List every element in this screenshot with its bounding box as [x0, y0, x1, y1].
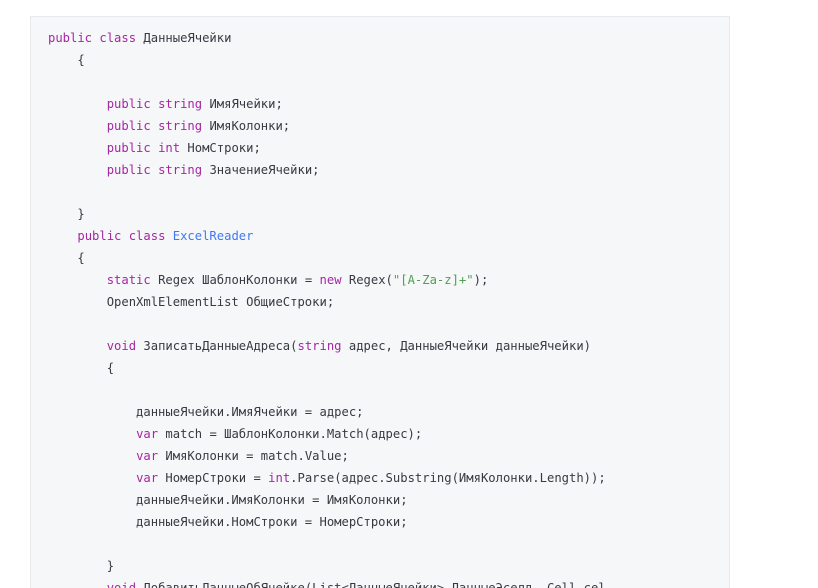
code-token: OpenXmlElementList ОбщиеСтроки;	[48, 295, 335, 309]
code-line: данныеЯчейки.ИмяЯчейки = адрес;	[48, 401, 606, 423]
code-token: string	[297, 339, 349, 353]
code-token: var	[136, 471, 166, 485]
code-token: public string	[106, 163, 210, 177]
code-token: данныеЯчейки.ИмяЯчейки = адрес;	[48, 405, 364, 419]
code-block[interactable]: public class ДанныеЯчейки { public strin…	[48, 27, 606, 588]
code-token: ИмяЯчейки;	[209, 97, 283, 111]
code-token: НомСтроки;	[187, 141, 261, 155]
code-token: {	[48, 361, 115, 375]
code-line: void ЗаписатьДанныеАдреса(string адрес, …	[48, 335, 606, 357]
code-line: public string ИмяЯчейки;	[48, 93, 606, 115]
code-line: {	[48, 247, 606, 269]
code-token: ИмяКолонки;	[209, 119, 291, 133]
code-line: var НомерСтроки = int.Parse(адрес.Substr…	[48, 467, 606, 489]
code-token: ЗначениеЯчейки;	[209, 163, 320, 177]
code-token: );	[473, 273, 489, 287]
code-token: адрес, ДанныеЯчейки данныеЯчейки)	[348, 339, 591, 353]
code-token: ИмяКолонки = match.Value;	[165, 449, 349, 463]
code-token: public int	[106, 141, 188, 155]
code-token: ЗаписатьДанныеАдреса(	[143, 339, 298, 353]
code-token: Regex(	[348, 273, 393, 287]
code-line: var match = ШаблонКолонки.Match(адрес);	[48, 423, 606, 445]
code-token: new	[319, 273, 349, 287]
code-token: ExcelReader	[172, 229, 254, 243]
code-line: {	[48, 357, 606, 379]
code-token: НомерСтроки =	[165, 471, 269, 485]
code-token: данныеЯчейки.ИмяКолонки = ИмяКолонки;	[48, 493, 408, 507]
code-line: данныеЯчейки.НомСтроки = НомерСтроки;	[48, 511, 606, 533]
code-token: "[A-Za-z]+"	[392, 273, 474, 287]
code-token: }	[48, 207, 85, 221]
code-token: var	[136, 427, 166, 441]
code-token: int	[268, 471, 291, 485]
code-line: void ДобавитьДанныеОбЯчейке(List<ДанныеЯ…	[48, 577, 606, 588]
code-token: match = ШаблонКолонки.Match(адрес);	[165, 427, 423, 441]
code-token: ДобавитьДанныеОбЯчейке(List<ДанныеЯчейки…	[143, 581, 606, 588]
code-line: public string ЗначениеЯчейки;	[48, 159, 606, 181]
code-token: var	[136, 449, 166, 463]
code-line: public class ДанныеЯчейки	[48, 27, 606, 49]
code-token: public string	[106, 119, 210, 133]
code-line: public class ExcelReader	[48, 225, 606, 247]
code-line: public int НомСтроки;	[48, 137, 606, 159]
code-line: }	[48, 555, 606, 577]
code-line: {	[48, 49, 606, 71]
code-line: public string ИмяКолонки;	[48, 115, 606, 137]
code-token: {	[48, 53, 85, 67]
code-token: static	[106, 273, 159, 287]
code-line: OpenXmlElementList ОбщиеСтроки;	[48, 291, 606, 313]
code-token: void	[106, 581, 144, 588]
code-token: .Parse(адрес.Substring(ИмяКолонки.Length…	[290, 471, 606, 485]
code-token: {	[48, 251, 85, 265]
code-line: }	[48, 203, 606, 225]
code-token: void	[106, 339, 144, 353]
code-line: данныеЯчейки.ИмяКолонки = ИмяКолонки;	[48, 489, 606, 511]
page: public class ДанныеЯчейки { public strin…	[0, 0, 818, 588]
code-token: public class	[48, 31, 144, 45]
code-token: }	[48, 559, 115, 573]
code-line: static Regex ШаблонКолонки = new Regex("…	[48, 269, 606, 291]
code-token: Regex ШаблонКолонки =	[158, 273, 320, 287]
code-token: public class	[77, 229, 173, 243]
code-line: var ИмяКолонки = match.Value;	[48, 445, 606, 467]
code-token: ДанныеЯчейки	[143, 31, 232, 45]
code-token: public string	[106, 97, 210, 111]
code-token: данныеЯчейки.НомСтроки = НомерСтроки;	[48, 515, 408, 529]
